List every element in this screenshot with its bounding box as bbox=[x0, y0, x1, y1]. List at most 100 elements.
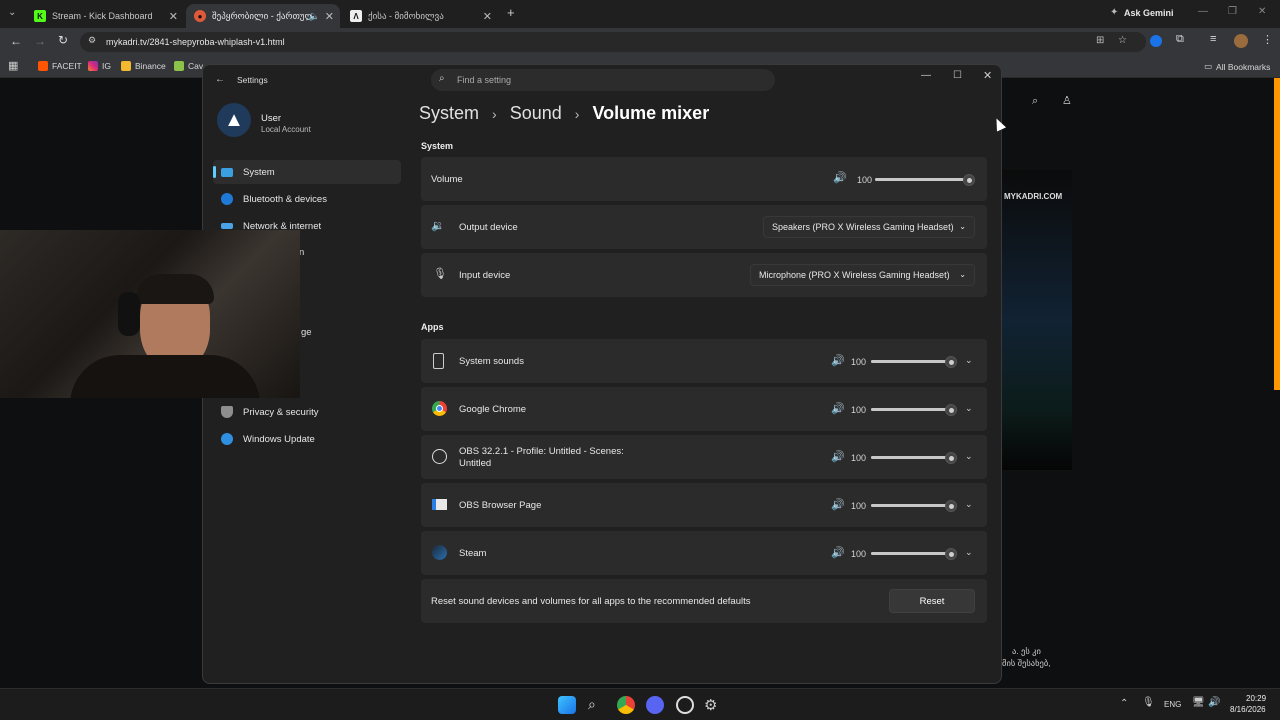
nav-item-bluetooth[interactable]: Bluetooth & devices bbox=[213, 187, 401, 211]
reset-button[interactable]: Reset bbox=[889, 589, 975, 613]
address-bar[interactable]: ⚙ mykadri.tv/2841-shepyroba-whiplash-v1.… bbox=[80, 32, 1146, 52]
app-speaker-icon[interactable]: 🔊 bbox=[831, 402, 845, 415]
chevron-down-icon[interactable]: ⌄ bbox=[965, 547, 973, 558]
all-bookmarks-button[interactable]: ▭ All Bookmarks bbox=[1204, 61, 1270, 72]
tab-mykadri[interactable]: ● შეპყრობილი - ქართულ... 🔈 ✕ bbox=[186, 4, 340, 28]
site-user-icon[interactable]: ♙ bbox=[1062, 94, 1072, 107]
chevron-down-icon[interactable]: ⌄ bbox=[965, 355, 973, 366]
tab-kick-dashboard[interactable]: K Stream - Kick Dashboard ✕ bbox=[26, 4, 184, 28]
bookmark-ig[interactable]: IG bbox=[88, 61, 111, 71]
hidden-icons-chevron-icon[interactable]: ⌃ bbox=[1120, 698, 1128, 709]
page-text-fragment: ა. ეს კი bbox=[1012, 646, 1041, 656]
bookmark-faceit[interactable]: FACEIT bbox=[38, 61, 82, 71]
bluetooth-icon bbox=[221, 193, 233, 205]
app-row-system-sounds: System sounds 🔊 100 ⌄ bbox=[421, 339, 987, 383]
site-info-icon[interactable]: ⚙ bbox=[88, 35, 96, 46]
settings-gear-icon[interactable]: ⚙ bbox=[704, 696, 722, 714]
app-volume-thumb[interactable] bbox=[945, 548, 957, 560]
nav-item-system[interactable]: System bbox=[213, 160, 401, 184]
app-row-chrome: Google Chrome 🔊 100 ⌄ bbox=[421, 387, 987, 431]
app-speaker-icon[interactable]: 🔊 bbox=[831, 450, 845, 463]
forward-icon[interactable]: → bbox=[34, 34, 46, 48]
bookmark-label: Cav bbox=[188, 61, 204, 71]
breadcrumb-sound[interactable]: Sound bbox=[510, 103, 562, 123]
search-icon[interactable]: ⌕ bbox=[588, 696, 606, 714]
user-avatar[interactable]: ▲ bbox=[217, 103, 251, 137]
app-speaker-icon[interactable]: 🔊 bbox=[831, 498, 845, 511]
movie-poster[interactable]: MYKADRI.COM bbox=[1002, 170, 1072, 470]
browser-menu-icon[interactable]: ⋮ bbox=[1262, 33, 1273, 46]
site-search-icon[interactable]: ⌕ bbox=[1032, 95, 1038, 108]
app-volume-thumb[interactable] bbox=[945, 500, 957, 512]
kick-favicon-icon: K bbox=[34, 10, 46, 22]
page-scrollbar[interactable] bbox=[1274, 78, 1280, 390]
chrome-taskbar-icon[interactable] bbox=[617, 696, 635, 714]
app-speaker-icon[interactable]: 🔊 bbox=[831, 546, 845, 559]
bookmark-binance[interactable]: Binance bbox=[121, 61, 166, 71]
maximize-browser-icon[interactable]: ❐ bbox=[1228, 6, 1237, 17]
mic-tray-icon[interactable]: 🎙 bbox=[1142, 697, 1155, 708]
tab-search-icon[interactable]: ⌄ bbox=[8, 7, 16, 18]
close-tab-icon[interactable]: ✕ bbox=[325, 10, 334, 23]
nav-item-privacy[interactable]: Privacy & security bbox=[213, 400, 401, 424]
maximize-icon[interactable]: ☐ bbox=[953, 70, 962, 81]
reload-icon[interactable]: ↻ bbox=[58, 33, 68, 47]
audio-playing-icon[interactable]: 🔈 bbox=[309, 11, 320, 22]
volume-tray-icon[interactable]: 🔊 bbox=[1208, 697, 1220, 708]
close-icon[interactable]: ✕ bbox=[983, 69, 992, 82]
app-name: System sounds bbox=[459, 356, 524, 367]
volume-label: Volume bbox=[431, 174, 463, 185]
search-icon: ⌕ bbox=[439, 73, 445, 84]
ask-gemini-button[interactable]: Ask Gemini bbox=[1124, 8, 1174, 18]
apps-grid-icon[interactable]: ▦ bbox=[8, 59, 18, 72]
app-volume-slider[interactable] bbox=[871, 360, 951, 363]
url-text[interactable]: mykadri.tv/2841-shepyroba-whiplash-v1.ht… bbox=[106, 37, 285, 47]
chevron-down-icon[interactable]: ⌄ bbox=[965, 451, 973, 462]
nav-item-windows-update[interactable]: Windows Update bbox=[213, 427, 401, 451]
clock-date[interactable]: 8/16/2026 bbox=[1230, 705, 1266, 714]
bookmark-cav[interactable]: Cav bbox=[174, 61, 203, 71]
app-name: Steam bbox=[459, 548, 487, 559]
input-device-dropdown[interactable]: Microphone (PRO X Wireless Gaming Headse… bbox=[750, 264, 975, 286]
start-windows-icon[interactable] bbox=[558, 696, 576, 714]
breadcrumb-system[interactable]: System bbox=[419, 103, 479, 123]
media-controls-icon[interactable]: ≡ bbox=[1210, 33, 1216, 45]
chevron-down-icon[interactable]: ⌄ bbox=[965, 499, 973, 510]
discord-icon[interactable] bbox=[646, 696, 664, 714]
bookmark-star-icon[interactable]: ☆ bbox=[1118, 35, 1127, 46]
app-volume-thumb[interactable] bbox=[945, 356, 957, 368]
app-volume-slider[interactable] bbox=[871, 552, 951, 555]
app-volume-thumb[interactable] bbox=[945, 404, 957, 416]
webcam-overlay bbox=[0, 230, 300, 398]
app-speaker-icon[interactable]: 🔊 bbox=[831, 354, 845, 367]
master-speaker-icon[interactable]: 🔊 bbox=[833, 171, 847, 184]
streamer-hair bbox=[136, 274, 214, 304]
close-tab-icon[interactable]: ✕ bbox=[483, 10, 492, 23]
close-tab-icon[interactable]: ✕ bbox=[169, 10, 178, 23]
close-browser-icon[interactable]: ✕ bbox=[1258, 6, 1266, 17]
page-title: Volume mixer bbox=[592, 103, 710, 123]
minimize-browser-icon[interactable]: — bbox=[1198, 6, 1208, 17]
master-volume-slider[interactable] bbox=[875, 178, 969, 181]
profile-avatar[interactable] bbox=[1234, 34, 1248, 48]
app-volume-slider[interactable] bbox=[871, 408, 951, 411]
master-volume-value: 100 bbox=[857, 175, 873, 185]
output-device-dropdown[interactable]: Speakers (PRO X Wireless Gaming Headset)… bbox=[763, 216, 975, 238]
app-volume-slider[interactable] bbox=[871, 456, 951, 459]
back-icon[interactable]: ← bbox=[10, 34, 22, 48]
minimize-icon[interactable]: — bbox=[921, 70, 931, 81]
app-volume-slider[interactable] bbox=[871, 504, 951, 507]
extensions-icon[interactable]: ⧉ bbox=[1176, 33, 1184, 46]
tab-kisa[interactable]: Λ ქისა - მიმოხილვა ✕ bbox=[342, 4, 498, 28]
clock-time[interactable]: 20:29 bbox=[1246, 694, 1266, 703]
language-indicator[interactable]: ENG bbox=[1164, 700, 1181, 709]
obs-taskbar-icon[interactable] bbox=[676, 696, 694, 714]
search-input[interactable]: ⌕ Find a setting bbox=[431, 69, 775, 91]
extension-shield-icon[interactable] bbox=[1150, 35, 1162, 47]
network-tray-icon[interactable]: 🖥 bbox=[1192, 697, 1205, 708]
app-volume-thumb[interactable] bbox=[945, 452, 957, 464]
new-tab-button[interactable]: + bbox=[507, 5, 515, 20]
master-volume-thumb[interactable] bbox=[963, 174, 975, 186]
translate-icon[interactable]: ⊞ bbox=[1096, 35, 1104, 46]
chevron-down-icon[interactable]: ⌄ bbox=[965, 403, 973, 414]
